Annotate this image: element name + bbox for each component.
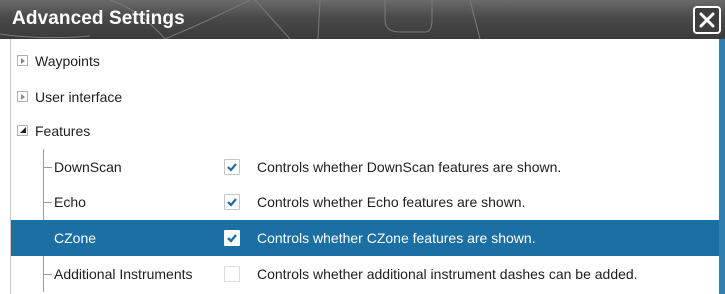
feature-row-czone[interactable]: CZone Controls whether CZone features ar…	[11, 220, 724, 256]
triangle-right-icon	[21, 58, 25, 64]
tree-line	[43, 167, 52, 168]
window-title: Advanced Settings	[12, 8, 185, 29]
feature-label: Additional Instruments	[54, 266, 193, 282]
left-margin	[0, 39, 10, 294]
checkmark-icon	[227, 234, 237, 243]
tree-group-waypoints[interactable]: Waypoints	[11, 43, 724, 79]
settings-tree: Waypoints User interface Features DownSc…	[10, 39, 724, 294]
tree-group-label: User interface	[35, 89, 123, 105]
tree-group-user-interface[interactable]: User interface	[11, 79, 724, 115]
feature-checkbox[interactable]	[224, 266, 240, 282]
expand-toggle[interactable]	[17, 91, 28, 102]
tree-group-label: Features	[35, 123, 91, 139]
feature-description: Controls whether Echo features are shown…	[257, 194, 526, 210]
feature-description: Controls whether additional instrument d…	[257, 266, 638, 282]
tree-line	[43, 202, 52, 203]
collapse-toggle[interactable]	[17, 125, 28, 136]
close-button[interactable]	[693, 6, 721, 34]
feature-row-additional-instruments[interactable]: Additional Instruments Controls whether …	[11, 256, 724, 292]
feature-row-downscan[interactable]: DownScan Controls whether DownScan featu…	[11, 149, 724, 185]
feature-label: Echo	[54, 194, 86, 210]
feature-checkbox[interactable]	[224, 230, 240, 246]
feature-description: Controls whether CZone features are show…	[257, 230, 536, 246]
checkmark-icon	[227, 163, 237, 172]
feature-label: CZone	[54, 230, 97, 246]
feature-label: DownScan	[54, 159, 122, 175]
title-bar: Advanced Settings	[0, 0, 725, 39]
tree-group-label: Waypoints	[35, 53, 100, 69]
feature-checkbox[interactable]	[224, 159, 240, 175]
tree-line	[43, 274, 52, 275]
triangle-right-icon	[21, 94, 25, 100]
triangle-down-icon	[20, 127, 26, 133]
close-icon	[699, 12, 715, 28]
feature-checkbox[interactable]	[224, 194, 240, 210]
vertical-scrollbar[interactable]	[719, 39, 725, 294]
feature-row-echo[interactable]: Echo Controls whether Echo features are …	[11, 184, 724, 220]
checkmark-icon	[227, 198, 237, 207]
expand-toggle[interactable]	[17, 55, 28, 66]
feature-description: Controls whether DownScan features are s…	[257, 159, 562, 175]
tree-group-features[interactable]: Features	[11, 113, 724, 149]
